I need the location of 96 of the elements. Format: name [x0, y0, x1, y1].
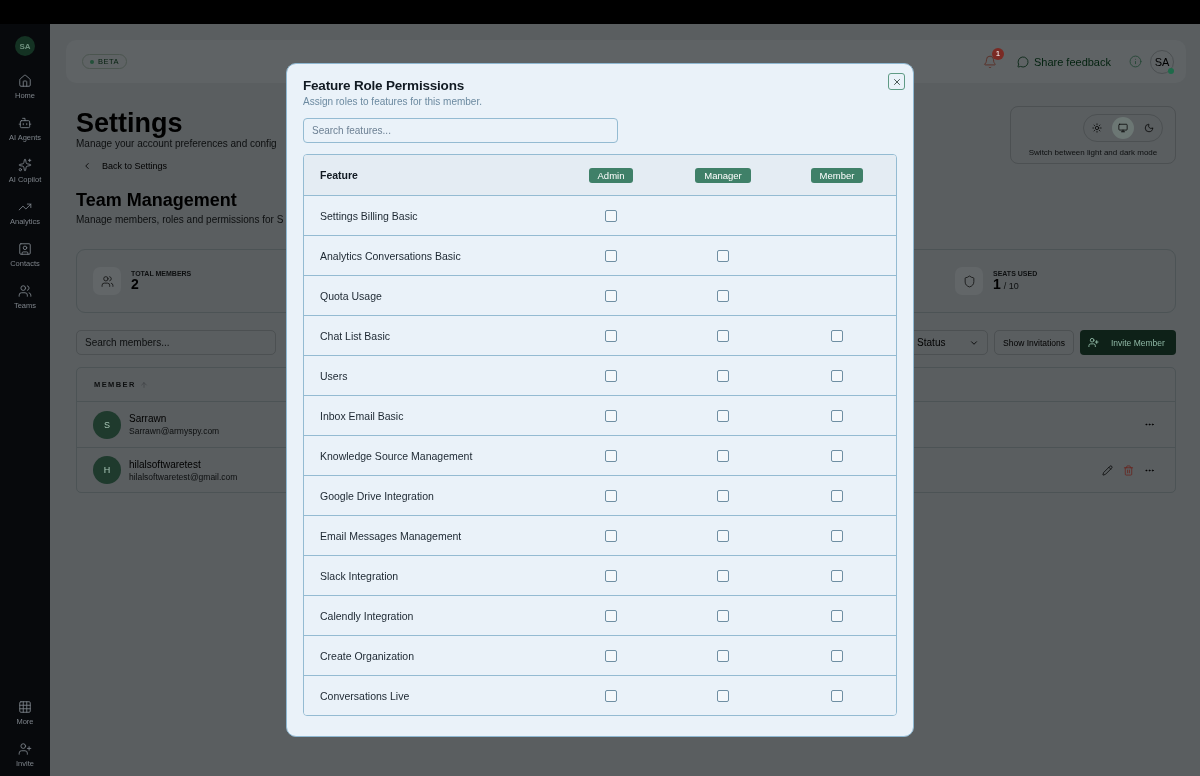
role-checkbox[interactable]: [717, 249, 729, 262]
sparkles-icon: [18, 158, 32, 172]
home-icon: [18, 74, 32, 88]
page-title: Settings: [76, 108, 183, 138]
show-invitations-button[interactable]: Show Invitations: [994, 330, 1074, 355]
member-name: hilalsoftwaretest: [129, 458, 202, 470]
feature-name: Knowledge Source Management: [319, 449, 474, 462]
role-checkbox[interactable]: [831, 329, 843, 342]
role-checkbox[interactable]: [717, 689, 729, 702]
stat-value: 1: [993, 277, 1001, 292]
role-checkbox[interactable]: [717, 449, 729, 462]
role-checkbox[interactable]: [717, 489, 729, 502]
feature-name: Slack Integration: [319, 569, 400, 582]
role-checkbox[interactable]: [831, 489, 843, 502]
chevron-left-icon: [82, 161, 92, 171]
add-user-icon: [1088, 337, 1099, 348]
add-user-icon: [18, 742, 32, 756]
users-icon: [93, 267, 121, 295]
shield-icon: [955, 267, 983, 295]
search-field[interactable]: Search features...: [303, 118, 618, 143]
robot-icon: [18, 116, 32, 130]
user-avatar[interactable]: SA: [15, 36, 35, 56]
role-checkbox[interactable]: [831, 569, 843, 582]
role-checkbox[interactable]: [717, 409, 729, 422]
role-checkbox[interactable]: [831, 529, 843, 542]
role-checkbox[interactable]: [605, 249, 617, 262]
feature-name: Chat List Basic: [319, 329, 392, 342]
column-header: Feature: [319, 169, 359, 181]
feature-name: Email Messages Management: [319, 529, 463, 542]
role-checkbox[interactable]: [717, 529, 729, 542]
role-checkbox[interactable]: [717, 649, 729, 662]
dialog-title: Feature Role Permissions: [303, 78, 465, 93]
sun-icon: [1092, 122, 1102, 133]
monitor-mode-button[interactable]: [1112, 116, 1134, 139]
grid-icon: [18, 700, 32, 714]
role-checkbox[interactable]: [831, 449, 843, 462]
role-checkbox[interactable]: [605, 409, 617, 422]
feature-name: Conversations Live: [319, 689, 411, 702]
section-title: Team Management: [76, 189, 238, 211]
member-name: Sarrawn: [129, 413, 168, 424]
role-checkbox[interactable]: [605, 289, 617, 302]
edit-icon[interactable]: [1102, 464, 1113, 476]
feature-name: Quota Usage: [319, 289, 383, 302]
monitor-icon: [1118, 122, 1128, 133]
feature-name: Users: [319, 369, 349, 382]
role-checkbox[interactable]: [831, 409, 843, 422]
close-icon: [891, 76, 902, 87]
role-checkbox[interactable]: [605, 689, 617, 702]
notification-count: 1: [991, 47, 1004, 60]
role-checkbox[interactable]: [717, 609, 729, 622]
member-email: Sarrawn@armyspy.com: [129, 426, 221, 436]
member-avatar: H: [93, 456, 121, 484]
role-checkbox[interactable]: [605, 569, 617, 582]
role-checkbox[interactable]: [605, 209, 617, 222]
role-checkbox[interactable]: [605, 369, 617, 382]
role-badge: Manager: [695, 167, 751, 183]
role-checkbox[interactable]: [605, 649, 617, 662]
chat-bubble-icon: [1016, 55, 1029, 68]
role-checkbox[interactable]: [831, 689, 843, 702]
role-checkbox[interactable]: [605, 449, 617, 462]
feature-name: Google Drive Integration: [319, 489, 435, 502]
feature-name: Analytics Conversations Basic: [319, 249, 462, 262]
role-checkbox[interactable]: [717, 329, 729, 342]
member-email: hilalsoftwaretest@gmail.com: [129, 471, 239, 482]
feature-name: Create Organization: [319, 649, 415, 662]
contact-card-icon: [18, 242, 32, 256]
stat-total: / 10: [1003, 281, 1019, 291]
dialog-subtitle: Assign roles to features for this member.: [303, 96, 483, 107]
role-checkbox[interactable]: [605, 529, 617, 542]
feature-name: Settings Billing Basic: [319, 209, 419, 222]
invite-member-button[interactable]: Invite Member: [1080, 330, 1176, 355]
section-subtitle: Manage members, roles and permissions for S: [76, 214, 285, 225]
role-checkbox[interactable]: [605, 329, 617, 342]
bell-icon[interactable]: [982, 54, 997, 69]
role-checkbox[interactable]: [831, 609, 843, 622]
trash-icon[interactable]: [1123, 464, 1134, 476]
member-avatar: S: [93, 410, 121, 439]
role-checkbox[interactable]: [717, 569, 729, 582]
theme-caption: Switch between light and dark mode: [1028, 147, 1158, 157]
role-checkbox[interactable]: [605, 609, 617, 622]
feature-name: Inbox Email Basic: [319, 409, 405, 422]
role-checkbox[interactable]: [605, 489, 617, 502]
users-icon: [18, 284, 32, 298]
page-subtitle: Manage your account preferences and config: [76, 138, 278, 149]
role-checkbox[interactable]: [717, 369, 729, 382]
role-badge: Admin: [588, 167, 634, 183]
role-checkbox[interactable]: [717, 289, 729, 302]
close-button[interactable]: [888, 73, 905, 90]
role-badge: Member: [810, 167, 864, 183]
role-checkbox[interactable]: [831, 369, 843, 382]
back-link[interactable]: Back to Settings: [82, 161, 286, 171]
moon-icon: [1144, 122, 1154, 133]
stat-value: 2: [131, 277, 139, 292]
search-field[interactable]: Search members...: [76, 330, 276, 355]
role-checkbox[interactable]: [831, 649, 843, 662]
feature-name: Calendly Integration: [319, 609, 415, 622]
